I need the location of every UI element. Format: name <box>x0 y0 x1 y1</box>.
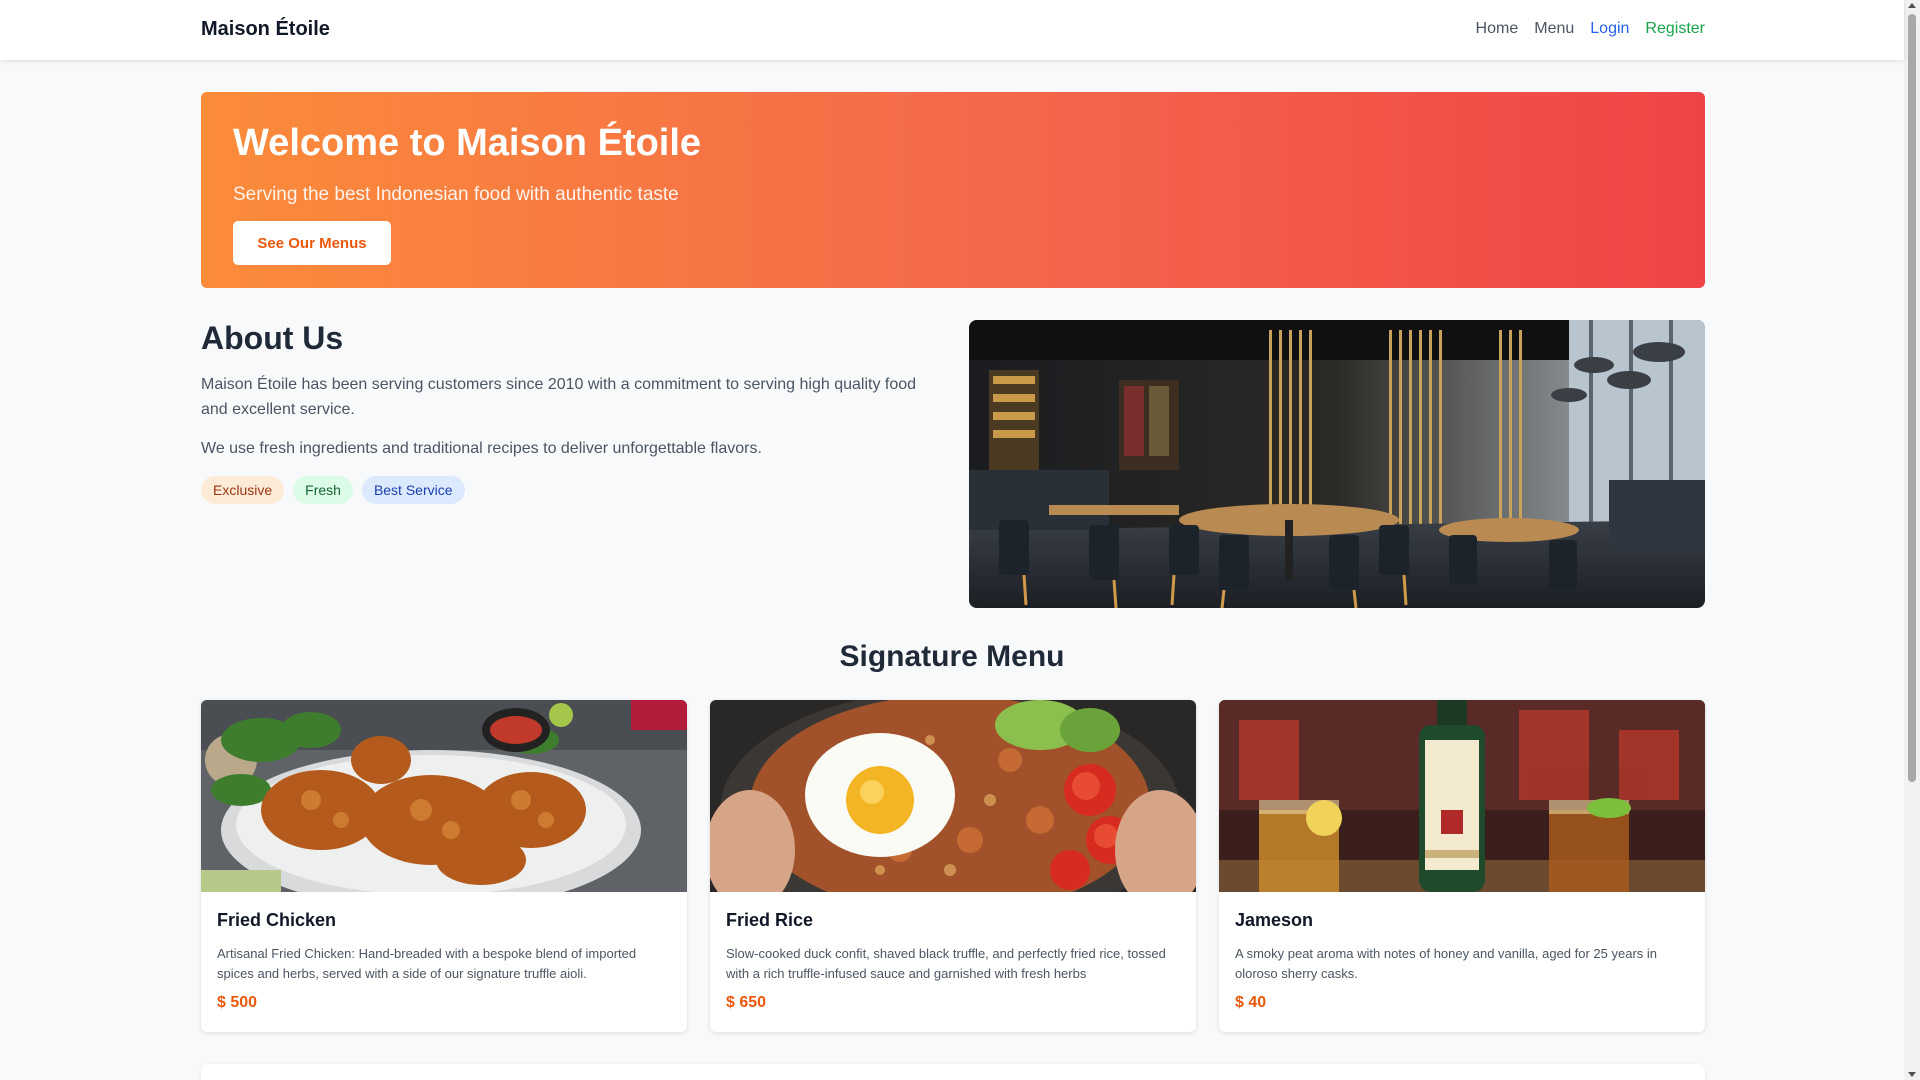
fried-rice-image <box>710 700 1196 892</box>
menu-item-name: Fried Rice <box>726 910 814 930</box>
nav-link-menu[interactable]: Menu <box>1534 20 1574 38</box>
hero-subtitle: Serving the best Indonesian food with au… <box>233 184 679 205</box>
scroll-up-arrow-icon[interactable] <box>1908 3 1916 8</box>
menu-card-fried-chicken[interactable]: Fried Chicken Artisanal Fried Chicken: H… <box>201 700 687 1032</box>
menu-item-description: Slow-cooked duck confit, shaved black tr… <box>726 946 1166 981</box>
tag-best-service: Best Service <box>361 476 465 504</box>
menu-card-fried-rice[interactable]: Fried Rice Slow-cooked duck confit, shav… <box>710 700 1196 1032</box>
brand-logo[interactable]: Maison Étoile <box>201 18 330 41</box>
page-scrollbar[interactable] <box>1904 0 1920 1080</box>
menu-item-name: Fried Chicken <box>217 910 337 930</box>
tag-fresh: Fresh <box>293 476 353 504</box>
menu-item-name: Jameson <box>1235 910 1314 930</box>
nav-links: Home Menu Login Register <box>1476 20 1705 38</box>
about-tags: Exclusive Fresh Best Service <box>201 476 465 504</box>
tag-exclusive: Exclusive <box>201 476 285 504</box>
next-section-card <box>201 1064 1705 1080</box>
hero-title: Welcome to Maison Étoile <box>233 122 702 164</box>
about-title: About Us <box>201 320 344 356</box>
see-menus-button[interactable]: See Our Menus <box>233 221 391 265</box>
menu-item-price: $ 650 <box>726 994 767 1011</box>
about-paragraph-1: Maison Étoile has been serving customers… <box>201 376 917 418</box>
menu-item-price: $ 500 <box>217 994 258 1011</box>
menu-card-jameson[interactable]: Jameson A smoky peat aroma with notes of… <box>1219 700 1705 1032</box>
scroll-down-arrow-icon[interactable] <box>1908 1072 1916 1077</box>
menu-item-description: Artisanal Fried Chicken: Hand-breaded wi… <box>217 946 637 981</box>
about-paragraph-2: We use fresh ingredients and traditional… <box>201 440 762 457</box>
menu-item-price: $ 40 <box>1235 994 1267 1011</box>
nav-link-login[interactable]: Login <box>1590 20 1629 38</box>
jameson-whiskey-image <box>1219 700 1705 892</box>
navbar: Maison Étoile Home Menu Login Register <box>0 0 1904 60</box>
scrollbar-thumb[interactable] <box>1908 14 1916 782</box>
restaurant-interior-image <box>969 320 1705 608</box>
fried-chicken-image <box>201 700 687 892</box>
nav-link-home[interactable]: Home <box>1476 20 1519 38</box>
signature-menu-title: Signature Menu <box>839 640 1065 673</box>
menu-item-description: A smoky peat aroma with notes of honey a… <box>1235 946 1658 981</box>
hero-banner: Welcome to Maison Étoile Serving the bes… <box>201 92 1705 288</box>
nav-link-register[interactable]: Register <box>1645 20 1705 38</box>
